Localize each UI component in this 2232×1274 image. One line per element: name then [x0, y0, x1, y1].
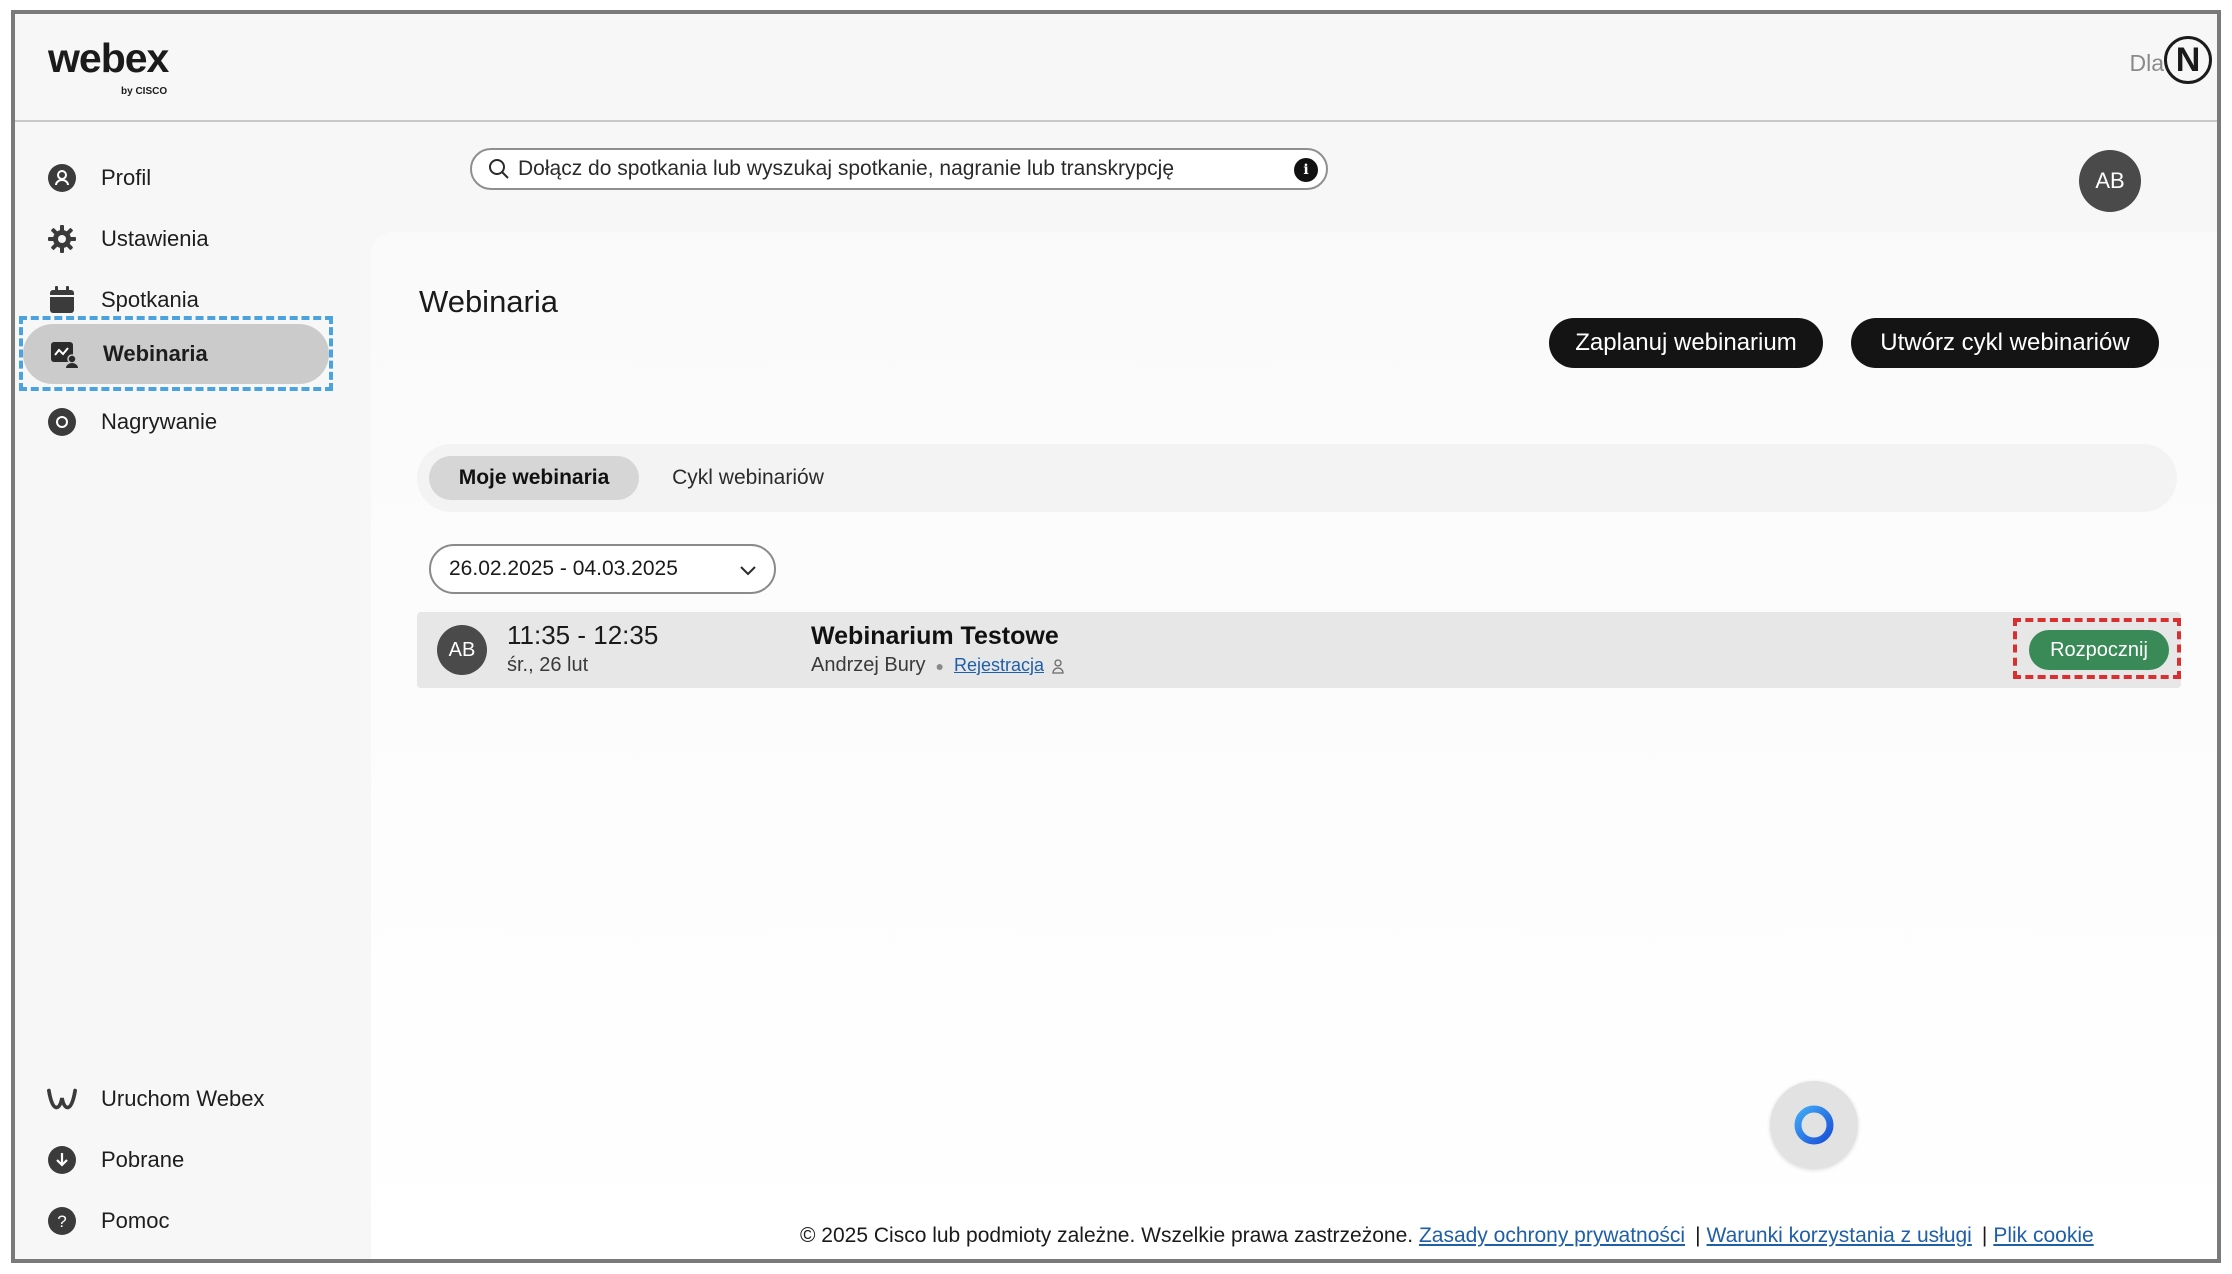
- sidebar-item-downloads[interactable]: Pobrane: [21, 1134, 331, 1186]
- schedule-webinar-button[interactable]: Zaplanuj webinarium: [1549, 318, 1823, 368]
- svg-text:?: ?: [57, 1212, 66, 1231]
- sidebar-item-label: Uruchom Webex: [101, 1086, 265, 1111]
- sidebar-item-recording[interactable]: Nagrywanie: [21, 396, 331, 448]
- sidebar-item-label: Profil: [101, 165, 152, 190]
- help-icon: ?: [47, 1206, 77, 1236]
- chevron-down-icon: [740, 566, 756, 576]
- terms-link[interactable]: Warunki korzystania z usługi: [1707, 1224, 1972, 1247]
- browser-viewport: webex by CISCO Dla N Profil Ustawienia S…: [11, 10, 2221, 1263]
- sidebar-item-label: Nagrywanie: [101, 409, 218, 434]
- footer-separator: |: [1981, 1224, 1988, 1247]
- copyright-text: © 2025 Cisco lub podmioty zależne. Wszel…: [800, 1224, 1414, 1247]
- gear-icon: [47, 224, 77, 254]
- cookies-link[interactable]: Plik cookie: [1993, 1224, 2093, 1247]
- assistant-button[interactable]: [1770, 1081, 1858, 1169]
- sidebar-item-launch-webex[interactable]: Uruchom Webex: [21, 1073, 331, 1125]
- sidebar-item-label: Pobrane: [101, 1147, 185, 1172]
- privacy-link[interactable]: Zasady ochrony prywatności: [1419, 1224, 1685, 1247]
- separator-dot: ●: [935, 657, 944, 674]
- sidebar-item-label: Spotkania: [101, 287, 199, 312]
- create-webinar-series-button[interactable]: Utwórz cykl webinariów: [1851, 318, 2159, 368]
- webex-logo-icon: [47, 1084, 77, 1114]
- sidebar-item-label: Ustawienia: [101, 226, 209, 251]
- tab-webinar-series[interactable]: Cykl webinariów: [653, 456, 843, 500]
- download-icon: [47, 1145, 77, 1175]
- date-range-value: 26.02.2025 - 04.03.2025: [449, 557, 678, 580]
- webinar-title[interactable]: Webinarium Testowe: [811, 622, 1059, 651]
- brand-logo-icon: N: [2164, 36, 2212, 84]
- record-icon: [47, 407, 77, 437]
- sidebar-item-meetings[interactable]: Spotkania: [21, 274, 331, 326]
- start-webinar-button[interactable]: Rozpocznij: [2029, 630, 2169, 670]
- footer-separator: |: [1695, 1224, 1701, 1247]
- webinar-meta: Andrzej Bury ● Rejestracja: [811, 654, 1066, 677]
- registration-link[interactable]: Rejestracja: [954, 655, 1044, 676]
- sidebar-item-label: Pomoc: [101, 1208, 170, 1233]
- search-input[interactable]: [518, 157, 1278, 181]
- user-avatar[interactable]: AB: [2079, 150, 2141, 212]
- info-icon[interactable]: i: [1294, 158, 1318, 182]
- top-bar: webex by CISCO Dla N: [15, 14, 2217, 122]
- sidebar-item-help[interactable]: ? Pomoc: [21, 1195, 331, 1247]
- host-avatar: AB: [437, 625, 487, 675]
- logo-wordmark: webex: [48, 35, 169, 81]
- webinar-row[interactable]: AB 11:35 - 12:35 śr., 26 lut Webinarium …: [417, 612, 2181, 688]
- sidebar-item-profile[interactable]: Profil: [21, 152, 331, 204]
- sidebar-item-label: Webinaria: [103, 341, 208, 366]
- date-range-picker[interactable]: 26.02.2025 - 04.03.2025: [429, 544, 776, 594]
- webinar-host: Andrzej Bury: [811, 654, 926, 676]
- tab-my-webinars[interactable]: Moje webinaria: [429, 456, 639, 500]
- webex-logo[interactable]: webex by CISCO: [48, 35, 169, 97]
- assistant-icon: [1794, 1105, 1834, 1145]
- tab-bar: Moje webinaria Cykl webinariów: [417, 444, 2177, 512]
- person-icon: [1052, 658, 1064, 674]
- webinar-date: śr., 26 lut: [507, 654, 589, 676]
- footer: © 2025 Cisco lub podmioty zależne. Wszel…: [800, 1224, 2094, 1248]
- search-icon: [489, 159, 509, 179]
- logo-subtitle: by CISCO: [121, 86, 168, 97]
- webinar-icon: [49, 339, 79, 369]
- profile-icon: [47, 163, 77, 193]
- calendar-icon: [47, 285, 77, 315]
- webinar-time: 11:35 - 12:35: [507, 620, 659, 650]
- search-bar[interactable]: i: [470, 148, 1328, 190]
- sidebar-item-settings[interactable]: Ustawienia: [21, 213, 331, 265]
- main-panel: Webinaria Zaplanuj webinarium Utwórz cyk…: [371, 232, 2217, 1259]
- header-right-text: Dla: [2129, 50, 2164, 76]
- page-title: Webinaria: [419, 284, 559, 319]
- sidebar-item-webinars[interactable]: Webinaria: [23, 324, 329, 384]
